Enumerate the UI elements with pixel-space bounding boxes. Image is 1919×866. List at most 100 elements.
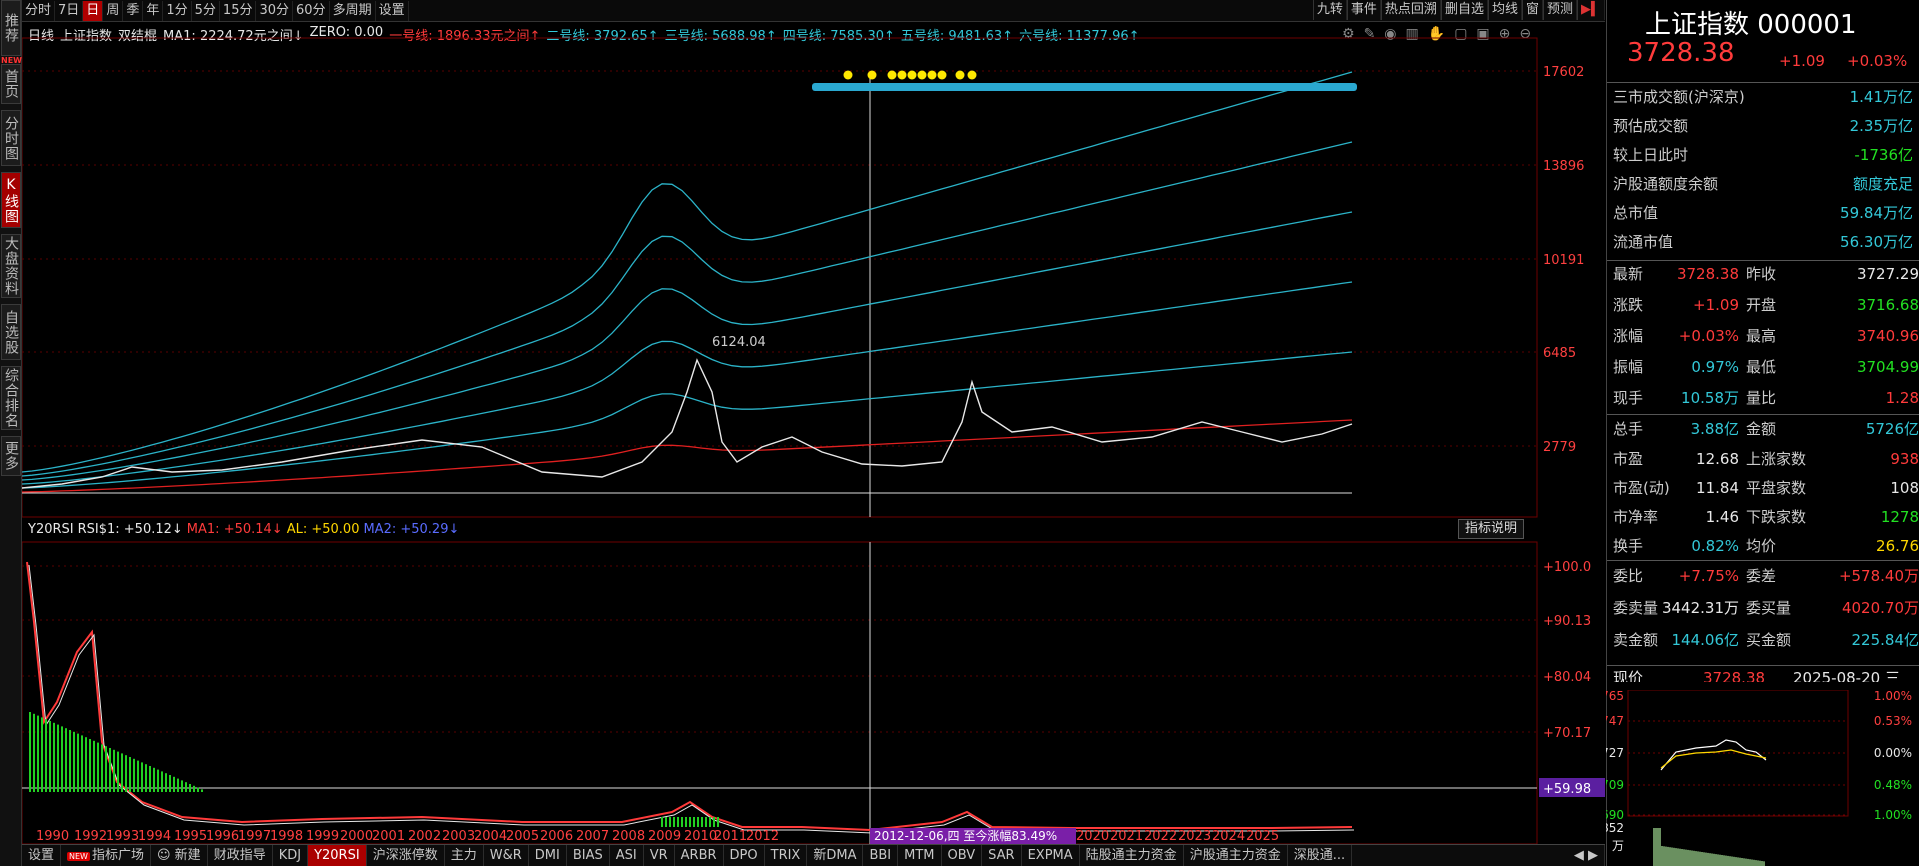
quote-value: 3716.68 (1856, 296, 1919, 314)
period-1min[interactable]: 1分 (163, 0, 192, 21)
indicator-tab-label: 新建 (174, 847, 201, 863)
x-year-label: 2010 (684, 829, 717, 844)
quote-label: 委卖量 (1613, 599, 1659, 617)
indicator-tab[interactable]: KDJ (273, 845, 309, 866)
chart-area[interactable]: 17602 13896 10191 6485 2779 +100.0 +90.13 +80.0… (22, 22, 1606, 844)
market-value: 59.84万亿 (1840, 204, 1913, 222)
indicator-tab[interactable]: DMI (529, 845, 567, 866)
hot-review-button[interactable]: 热点回溯 (1380, 0, 1441, 20)
indicator-tab[interactable]: EXPMA (1022, 845, 1080, 866)
signal-dot (917, 70, 927, 80)
tab-ranking[interactable]: 综合排名 (1, 366, 21, 430)
rsi-axis-label: +70.17 (1543, 726, 1591, 741)
quote-label: 委差 (1746, 567, 1777, 585)
x-year-label: 2002 (408, 829, 441, 844)
indicator-tab[interactable]: Y20RSI (308, 845, 367, 866)
tab-more[interactable]: 更多 (1, 436, 21, 476)
ma-button[interactable]: 均线 (1487, 0, 1522, 20)
quote-row: 最新 3728.38 昨收 3727.29 (1613, 264, 1919, 284)
indicator-tab-label: DPO (729, 847, 758, 863)
indicator-tab[interactable]: BIAS (567, 845, 610, 866)
indicator-tab[interactable]: ASI (610, 845, 644, 866)
jiuzhuan-button[interactable]: 九转 (1312, 0, 1347, 20)
indicator-tab[interactable]: BBI (863, 845, 899, 866)
skip-end-icon[interactable]: ▶▍ (1577, 0, 1605, 20)
quote-value: +1.09 (1693, 296, 1739, 314)
quote-value: 108 (1890, 479, 1919, 497)
tab-scroll-arrows-icon[interactable]: ◀ ▶ (1568, 845, 1605, 866)
mini-volume-label: 852 (1606, 821, 1624, 835)
app-window: 推荐 NEW 首页 分时图 K线图 大盘资料 自选股 综合排名 更多 分时 7日… (0, 0, 1919, 866)
tab-timeshare[interactable]: 分时图 (1, 110, 21, 166)
indicator-tab[interactable]: 设置 (22, 845, 62, 866)
indicator-tab[interactable]: MTM (898, 845, 942, 866)
period-7day[interactable]: 7日 (55, 0, 84, 21)
indicator-tab[interactable]: 沪深涨停数 (367, 845, 445, 866)
period-60min[interactable]: 60分 (293, 0, 330, 21)
delete-watch-button[interactable]: 删自选 (1440, 0, 1488, 20)
indicator-tab[interactable]: VR (644, 845, 675, 866)
indicator-explain-button[interactable]: 指标说明 (1458, 519, 1525, 539)
period-year[interactable]: 年 (143, 0, 164, 21)
indicator-tab[interactable]: ☺ 新建 (151, 845, 208, 866)
indicator-tab[interactable]: OBV (942, 845, 983, 866)
x-year-label: 2001 (372, 829, 405, 844)
period-settings[interactable]: 设置 (376, 0, 409, 21)
quote-value: 5726亿 (1865, 420, 1919, 438)
quote-label: 最新 (1613, 265, 1644, 283)
rsi-value: RSI$1: +50.12↓ (77, 522, 183, 537)
line4-curve (22, 211, 1353, 481)
period-multi[interactable]: 多周期 (330, 0, 376, 21)
mini-pct-label: 0.48% (1874, 778, 1912, 792)
tab-watchlist[interactable]: 自选股 (1, 304, 21, 360)
intraday-mini-chart[interactable]: 3765 1.00% 3747 0.53% 3727 0.00% 3709 0.48% 3690… (1606, 690, 1919, 866)
indicator-tab[interactable]: DPO (724, 845, 765, 866)
price-axis-label: 6485 (1543, 346, 1576, 361)
period-week[interactable]: 周 (103, 0, 124, 21)
signal-dot (887, 70, 897, 80)
indicator-tab[interactable]: W&R (484, 845, 529, 866)
rsi-current-label: +59.98 (1543, 782, 1591, 797)
quote-value: 3704.99 (1856, 358, 1919, 376)
mini-pct-label: 0.00% (1874, 746, 1912, 760)
quote-label: 下跌家数 (1746, 508, 1807, 526)
tab-market-info[interactable]: 大盘资料 (1, 234, 21, 298)
event-button[interactable]: 事件 (1346, 0, 1381, 20)
indicator-tab[interactable]: 深股通... (1288, 845, 1353, 866)
period-15min[interactable]: 15分 (220, 0, 257, 21)
price-axis-label: 17602 (1543, 65, 1584, 80)
quote-label: 卖金额 (1613, 631, 1659, 649)
tab-recommend[interactable]: 推荐 (1, 0, 21, 56)
market-row: 预估成交额 2.35万亿 (1613, 116, 1913, 136)
period-fenshi[interactable]: 分时 (22, 0, 56, 21)
window-button[interactable]: 窗 (1521, 0, 1543, 20)
quote-value: +7.75% (1678, 567, 1739, 585)
market-value: 额度充足 (1852, 175, 1913, 193)
period-day[interactable]: 日 (83, 0, 104, 21)
tab-home[interactable]: 首页 (1, 64, 21, 104)
period-5min[interactable]: 5分 (192, 0, 220, 21)
current-price-row: 现价 3728.38 2025-08-20 三 (1613, 668, 1919, 682)
indicator-tab[interactable]: 财政指导 (208, 845, 273, 866)
indicator-tab[interactable]: NEW 指标广场 (61, 845, 151, 866)
indicator-tab[interactable]: 陆股通主力资金 (1080, 845, 1184, 866)
rsi-header: Y20RSI RSI$1: +50.12↓ MA1: +50.14↓ AL: +… (28, 522, 459, 537)
market-label: 总市值 (1613, 204, 1659, 222)
quote-label: 买金额 (1746, 631, 1792, 649)
period-quarter[interactable]: 季 (123, 0, 144, 21)
price-axis-label: 2779 (1543, 440, 1576, 455)
x-year-label: 2006 (540, 829, 573, 844)
market-value: 56.30万亿 (1840, 233, 1913, 251)
period-30min[interactable]: 30分 (256, 0, 294, 21)
indicator-tab[interactable]: 沪股通主力资金 (1184, 845, 1288, 866)
indicator-tab[interactable]: 主力 (445, 845, 484, 866)
period-toolbar: 分时 7日 日 周 季 年 1分 5分 15分 30分 60分 多周期 设置 九… (22, 0, 1605, 22)
price-axis-label: 13896 (1543, 159, 1584, 174)
indicator-tab[interactable]: TRIX (765, 845, 808, 866)
tab-kline[interactable]: K线图 (1, 172, 21, 228)
quote-value: 12.68 (1696, 450, 1739, 468)
indicator-tab[interactable]: 新DMA (807, 845, 864, 866)
indicator-tab[interactable]: ARBR (675, 845, 724, 866)
forecast-button[interactable]: 预测 (1542, 0, 1577, 20)
indicator-tab[interactable]: SAR (982, 845, 1022, 866)
